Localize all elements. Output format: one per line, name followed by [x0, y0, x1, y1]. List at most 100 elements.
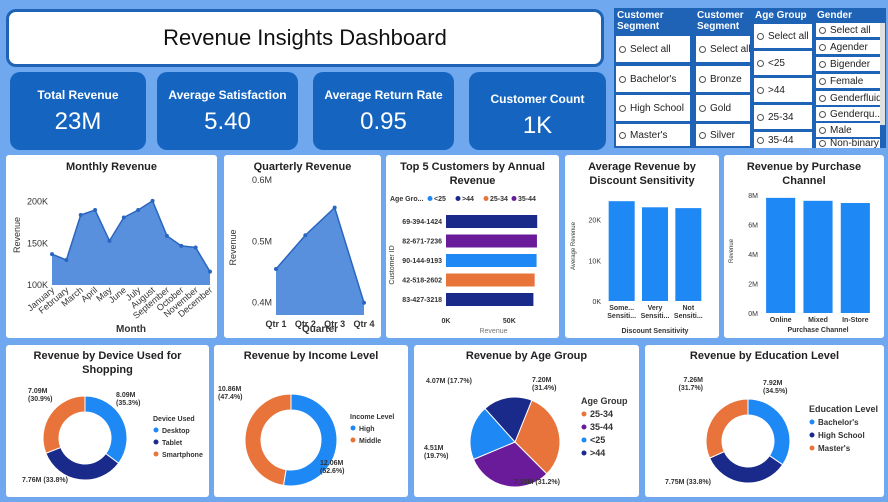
- kpi-label: Average Satisfaction: [168, 88, 287, 102]
- legend-marker: [350, 425, 356, 431]
- kpi-value: 1K: [522, 112, 553, 139]
- legend-marker: [455, 196, 461, 201]
- radio-icon: [699, 45, 706, 53]
- age-group-pie-chart: 7.20M (31.4%) 7.15M (31.2%) 4.51M (19.7%) 4.0…: [424, 377, 628, 488]
- radio-icon: [819, 140, 826, 147]
- slicer-customer-segment-education: Customer Segment Select all Bachelor's H…: [614, 8, 692, 148]
- y-axis-label: Customer ID: [389, 245, 396, 284]
- y-axis-label: Revenue: [12, 217, 22, 253]
- x-tick-label: Qtr 4: [353, 319, 374, 329]
- slicer-option[interactable]: Genderqu...: [816, 107, 880, 121]
- data-point: [50, 252, 54, 257]
- slicer-option[interactable]: Agender: [816, 40, 880, 54]
- bar: [803, 200, 833, 313]
- slicer-title: Gender: [817, 10, 853, 21]
- legend-label: Master's: [818, 444, 851, 453]
- slicer-option[interactable]: Select all: [616, 36, 690, 62]
- slicer-option[interactable]: Male: [816, 123, 880, 137]
- slicer-option[interactable]: Master's: [616, 124, 690, 146]
- top-customers-panel: Top 5 Customers by Annual Revenue Age Gr…: [386, 155, 559, 338]
- kpi-label: Total Revenue: [37, 88, 119, 102]
- slicer-option[interactable]: High School: [616, 95, 690, 121]
- y-tick-label: 42-518-2602: [402, 278, 442, 285]
- x-axis-label: Month: [116, 324, 146, 335]
- slicer-option[interactable]: Select all: [816, 23, 880, 37]
- device-donut-chart: 8.09M (35.3%) 7.76M (33.8%) 7.09M (30.9%) Dev…: [22, 388, 203, 484]
- y-tick-label: 0K: [592, 299, 601, 306]
- quarterly-revenue-chart: 0.4M0.5M0.6MQtr 1 Qtr 2 Qtr 3 Qtr 4QuarterR…: [228, 175, 375, 335]
- data-label: 12.06M (52.6%): [320, 460, 345, 475]
- slicer-option-label: Select all: [710, 43, 750, 55]
- legend-marker: [809, 432, 815, 438]
- data-point: [164, 233, 169, 238]
- y-tick-label: 0.5M: [252, 236, 272, 246]
- radio-icon: [619, 131, 626, 139]
- bar: [840, 203, 870, 313]
- kpi-card-average-satisfaction: Average Satisfaction 5.40: [157, 72, 298, 150]
- legend-title: Income Level: [350, 414, 394, 421]
- data-point: [208, 269, 212, 274]
- x-tick-label: 50K: [503, 318, 516, 325]
- slicer-option-label: Select all: [630, 43, 671, 55]
- slicer-option[interactable]: Select all: [696, 36, 750, 62]
- legend-label: >44: [590, 448, 605, 458]
- x-axis-label: Discount Sensitivity: [622, 328, 689, 335]
- slicer-option[interactable]: Bigender: [816, 57, 880, 71]
- slicer-option[interactable]: Select all: [754, 24, 812, 48]
- legend-marker: [153, 439, 159, 445]
- x-tick-label: 0K: [442, 318, 451, 325]
- purchase-channel-panel: Revenue by Purchase Channel 0M 2M 4M 6M 8M On…: [724, 155, 884, 338]
- radio-icon: [819, 26, 826, 34]
- purchase-channel-chart: 0M 2M 4M 6M 8M Online Mixed In-Store Purchase Ch…: [729, 193, 870, 334]
- slicer-option[interactable]: >44: [754, 78, 812, 102]
- data-label: 7.20M (31.4%): [532, 377, 557, 392]
- slicer-customer-segment-tier: Customer Segment Select all Bronze Gold …: [694, 8, 752, 148]
- slicer-option[interactable]: 35-44: [754, 132, 812, 148]
- radio-icon: [819, 77, 826, 85]
- data-label: 7.26M (31.7%): [678, 377, 703, 392]
- slicer-option[interactable]: Female: [816, 74, 880, 88]
- x-tick-label: Some... Sensiti...: [607, 305, 636, 320]
- data-point: [136, 208, 141, 212]
- kpi-card-customer-count: Customer Count 1K: [469, 72, 606, 150]
- data-point: [93, 208, 98, 212]
- slicer-option-label: Silver: [710, 129, 736, 141]
- legend-label: Middle: [359, 438, 381, 445]
- pie-slice: [705, 398, 749, 459]
- slicer-option-label: Female: [830, 75, 864, 87]
- slicer-option-label: High School: [630, 102, 684, 114]
- data-point: [64, 258, 69, 262]
- slicer-option[interactable]: Bronze: [696, 66, 750, 92]
- data-label: 10.86M (47.4%): [218, 386, 243, 401]
- y-tick-label: 90-144-9193: [402, 258, 442, 265]
- x-tick-label: Online: [770, 317, 792, 324]
- slicer-option-label: Non-binary: [830, 139, 879, 148]
- slicer-option[interactable]: Bachelor's: [616, 66, 690, 92]
- slicer-option[interactable]: <25: [754, 51, 812, 75]
- slicer-option[interactable]: Non-binary: [816, 139, 880, 148]
- legend-label: High: [359, 426, 375, 433]
- age-group-panel: Revenue by Age Group 7.20M (31.4%) 7.15M (…: [414, 345, 639, 497]
- slicer-option[interactable]: Genderfluid: [816, 91, 880, 105]
- data-point: [332, 205, 337, 210]
- bar: [608, 201, 635, 301]
- kpi-label: Average Return Rate: [324, 88, 443, 102]
- legend-label: 35-44: [518, 196, 536, 203]
- slicer-option-label: Genderqu...: [830, 108, 880, 120]
- kpi-value: 0.95: [360, 108, 407, 135]
- legend-marker: [809, 445, 815, 451]
- slicer-option[interactable]: Silver: [696, 124, 750, 146]
- legend-label: Smartphone: [162, 452, 203, 459]
- data-label: 7.92M (34.5%): [763, 380, 788, 395]
- device-panel: Revenue by Device Used for Shopping 8.09…: [6, 345, 209, 497]
- y-tick-label: 150K: [27, 238, 48, 248]
- slicer-option-label: Gold: [710, 102, 732, 114]
- slicer-option[interactable]: Gold: [696, 95, 750, 121]
- x-tick-label: In-Store: [842, 317, 869, 324]
- slicer-scrollbar[interactable]: [880, 23, 885, 125]
- data-label: 7.76M (33.8%): [22, 477, 68, 484]
- slicer-option-label: 25-34: [768, 111, 794, 123]
- y-axis-label: Average Revenue: [571, 221, 577, 270]
- slicer-option[interactable]: 25-34: [754, 105, 812, 129]
- data-point: [179, 243, 184, 248]
